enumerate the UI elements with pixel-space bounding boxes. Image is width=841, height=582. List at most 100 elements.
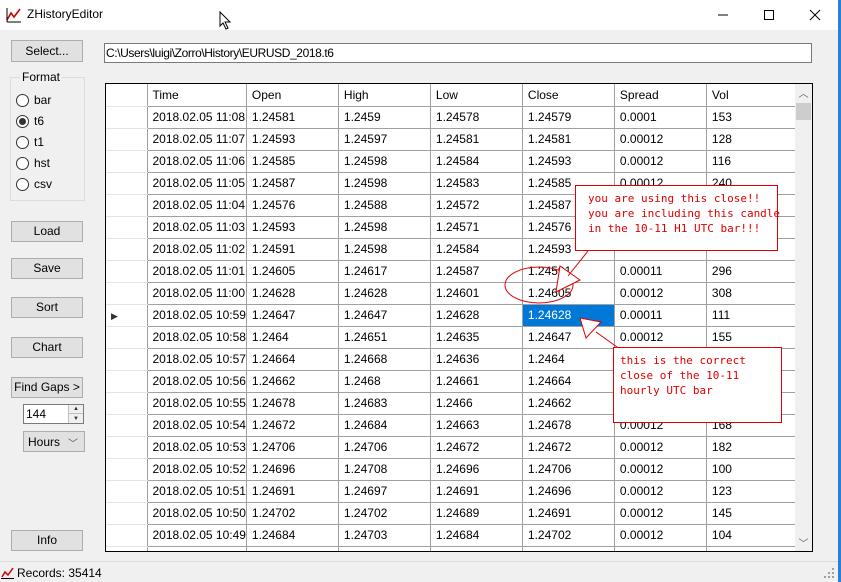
cell-high[interactable]: 1.24703 bbox=[337, 523, 431, 547]
cell-open[interactable]: 1.24662 bbox=[245, 369, 339, 393]
table-row[interactable]: 2018.02.05 10:49 1.24684 1.24703 1.24684 1.2… bbox=[106, 523, 803, 547]
cell-open[interactable]: 1.24591 bbox=[245, 237, 339, 261]
format-radio-t6[interactable]: t6 bbox=[16, 113, 44, 129]
select-file-button[interactable]: Select... bbox=[11, 40, 83, 62]
format-radio-bar[interactable]: bar bbox=[16, 92, 51, 108]
stepper-down-icon[interactable]: ▼ bbox=[69, 414, 83, 423]
cell-vol[interactable] bbox=[705, 545, 803, 551]
cell-high[interactable]: 1.24683 bbox=[337, 391, 431, 415]
column-header-close[interactable]: Close bbox=[521, 84, 615, 107]
format-radio-hst[interactable]: hst bbox=[16, 155, 50, 171]
cell-high[interactable]: 1.24684 bbox=[337, 413, 431, 437]
cell-time[interactable]: 2018.02.05 11:00 bbox=[146, 281, 247, 305]
cell-low[interactable]: 1.24672 bbox=[429, 435, 523, 459]
cell-spread[interactable]: 0.00011 bbox=[613, 259, 707, 283]
cell-high[interactable]: 1.24706 bbox=[337, 435, 431, 459]
cell-low[interactable]: 1.24571 bbox=[429, 215, 523, 239]
format-radio-csv[interactable]: csv bbox=[16, 176, 52, 192]
cell-time[interactable]: 2018.02.05 10:54 bbox=[146, 413, 247, 437]
row-header[interactable] bbox=[106, 479, 148, 503]
cell-low[interactable]: 1.24587 bbox=[429, 259, 523, 283]
info-button[interactable]: Info bbox=[11, 530, 83, 551]
cell-spread[interactable]: 0.00012 bbox=[613, 281, 707, 305]
cell-close[interactable]: 1.24691 bbox=[521, 501, 615, 525]
cell-close[interactable]: 1.24702 bbox=[521, 523, 615, 547]
row-header[interactable]: ▶ bbox=[106, 303, 148, 327]
scroll-down-icon[interactable]: ﹀ bbox=[795, 534, 812, 551]
cell-low[interactable]: 1.24584 bbox=[429, 149, 523, 173]
cell-spread[interactable]: 0.00012 bbox=[613, 435, 707, 459]
cell-spread[interactable]: 0.0001 bbox=[613, 105, 707, 129]
cell-spread[interactable]: 0.00011 bbox=[613, 303, 707, 327]
radio-button[interactable] bbox=[16, 177, 29, 191]
cell-low[interactable]: 1.24581 bbox=[429, 127, 523, 151]
maximize-button[interactable] bbox=[746, 0, 792, 30]
resize-grip-icon[interactable] bbox=[823, 567, 835, 579]
cell-time[interactable]: 2018.02.05 10:52 bbox=[146, 457, 247, 481]
cell-time[interactable]: 2018.02.05 10:51 bbox=[146, 479, 247, 503]
cell-open[interactable]: 1.24664 bbox=[245, 347, 339, 371]
cell-low[interactable]: 1.24636 bbox=[429, 347, 523, 371]
cell-open[interactable] bbox=[245, 545, 339, 551]
row-header[interactable] bbox=[106, 391, 148, 415]
cell-high[interactable]: 1.24617 bbox=[337, 259, 431, 283]
cell-open[interactable]: 1.24587 bbox=[245, 171, 339, 195]
row-header[interactable] bbox=[106, 149, 148, 173]
stepper-up-icon[interactable]: ▲ bbox=[69, 405, 83, 414]
cell-close[interactable]: 1.24706 bbox=[521, 457, 615, 481]
row-header[interactable] bbox=[106, 369, 148, 393]
cell-spread[interactable]: 0.00012 bbox=[613, 501, 707, 525]
radio-button[interactable] bbox=[16, 156, 29, 170]
row-header[interactable] bbox=[106, 215, 148, 239]
table-row[interactable]: 2018.02.05 10:50 1.24702 1.24702 1.24689 1.2… bbox=[106, 501, 803, 525]
table-row[interactable]: 2018.02.05 11:06 1.24585 1.24598 1.24584 1.2… bbox=[106, 149, 803, 173]
file-path-input[interactable] bbox=[104, 43, 812, 63]
column-header-spread[interactable]: Spread bbox=[613, 84, 707, 107]
cell-high[interactable]: 1.2459 bbox=[337, 105, 431, 129]
cell-high[interactable]: 1.24598 bbox=[337, 149, 431, 173]
cell-close[interactable]: 1.24591 bbox=[521, 259, 615, 283]
row-header[interactable] bbox=[106, 259, 148, 283]
cell-low[interactable]: 1.24583 bbox=[429, 171, 523, 195]
cell-high[interactable]: 1.24598 bbox=[337, 215, 431, 239]
cell-low[interactable]: 1.2466 bbox=[429, 391, 523, 415]
cell-open[interactable]: 1.24593 bbox=[245, 215, 339, 239]
data-grid[interactable]: Time Open High Low Close Spread Vol 2018… bbox=[105, 83, 813, 552]
cell-close[interactable] bbox=[521, 545, 615, 551]
cell-close[interactable]: 1.24647 bbox=[521, 325, 615, 349]
cell-close[interactable]: 1.24664 bbox=[521, 369, 615, 393]
table-row[interactable]: 2018.02.05 10:52 1.24696 1.24708 1.24696 1.2… bbox=[106, 457, 803, 481]
cell-open[interactable]: 1.24702 bbox=[245, 501, 339, 525]
cell-open[interactable]: 1.24672 bbox=[245, 413, 339, 437]
vertical-scrollbar[interactable]: ︿ ﹀ bbox=[795, 84, 812, 551]
cell-low[interactable] bbox=[429, 545, 523, 551]
radio-button[interactable] bbox=[16, 135, 29, 149]
table-row[interactable] bbox=[106, 545, 803, 551]
row-header[interactable] bbox=[106, 501, 148, 525]
cell-time[interactable]: 2018.02.05 10:56 bbox=[146, 369, 247, 393]
cell-time[interactable]: 2018.02.05 11:04 bbox=[146, 193, 247, 217]
row-header[interactable] bbox=[106, 281, 148, 305]
cell-low[interactable]: 1.24663 bbox=[429, 413, 523, 437]
cell-close[interactable]: 1.24593 bbox=[521, 149, 615, 173]
column-header-vol[interactable]: Vol bbox=[705, 84, 803, 107]
cell-time[interactable]: 2018.02.05 11:08 bbox=[146, 105, 247, 129]
radio-button[interactable] bbox=[16, 93, 29, 107]
cell-vol[interactable]: 104 bbox=[705, 523, 803, 547]
cell-vol[interactable]: 116 bbox=[705, 149, 803, 173]
cell-close[interactable]: 1.24579 bbox=[521, 105, 615, 129]
cell-spread[interactable] bbox=[613, 545, 707, 551]
column-header-high[interactable]: High bbox=[337, 84, 431, 107]
cell-time[interactable]: 2018.02.05 10:55 bbox=[146, 391, 247, 415]
cell-high[interactable] bbox=[337, 545, 431, 551]
cell-close[interactable]: 1.24662 bbox=[521, 391, 615, 415]
cell-spread[interactable]: 0.00012 bbox=[613, 325, 707, 349]
scroll-up-icon[interactable]: ︿ bbox=[795, 84, 812, 101]
column-header-low[interactable]: Low bbox=[429, 84, 523, 107]
cell-time[interactable]: 2018.02.05 10:50 bbox=[146, 501, 247, 525]
cell-low[interactable]: 1.24689 bbox=[429, 501, 523, 525]
cell-low[interactable]: 1.24578 bbox=[429, 105, 523, 129]
cell-close[interactable]: 1.24696 bbox=[521, 479, 615, 503]
row-header[interactable] bbox=[106, 413, 148, 437]
cell-spread[interactable]: 0.00012 bbox=[613, 523, 707, 547]
